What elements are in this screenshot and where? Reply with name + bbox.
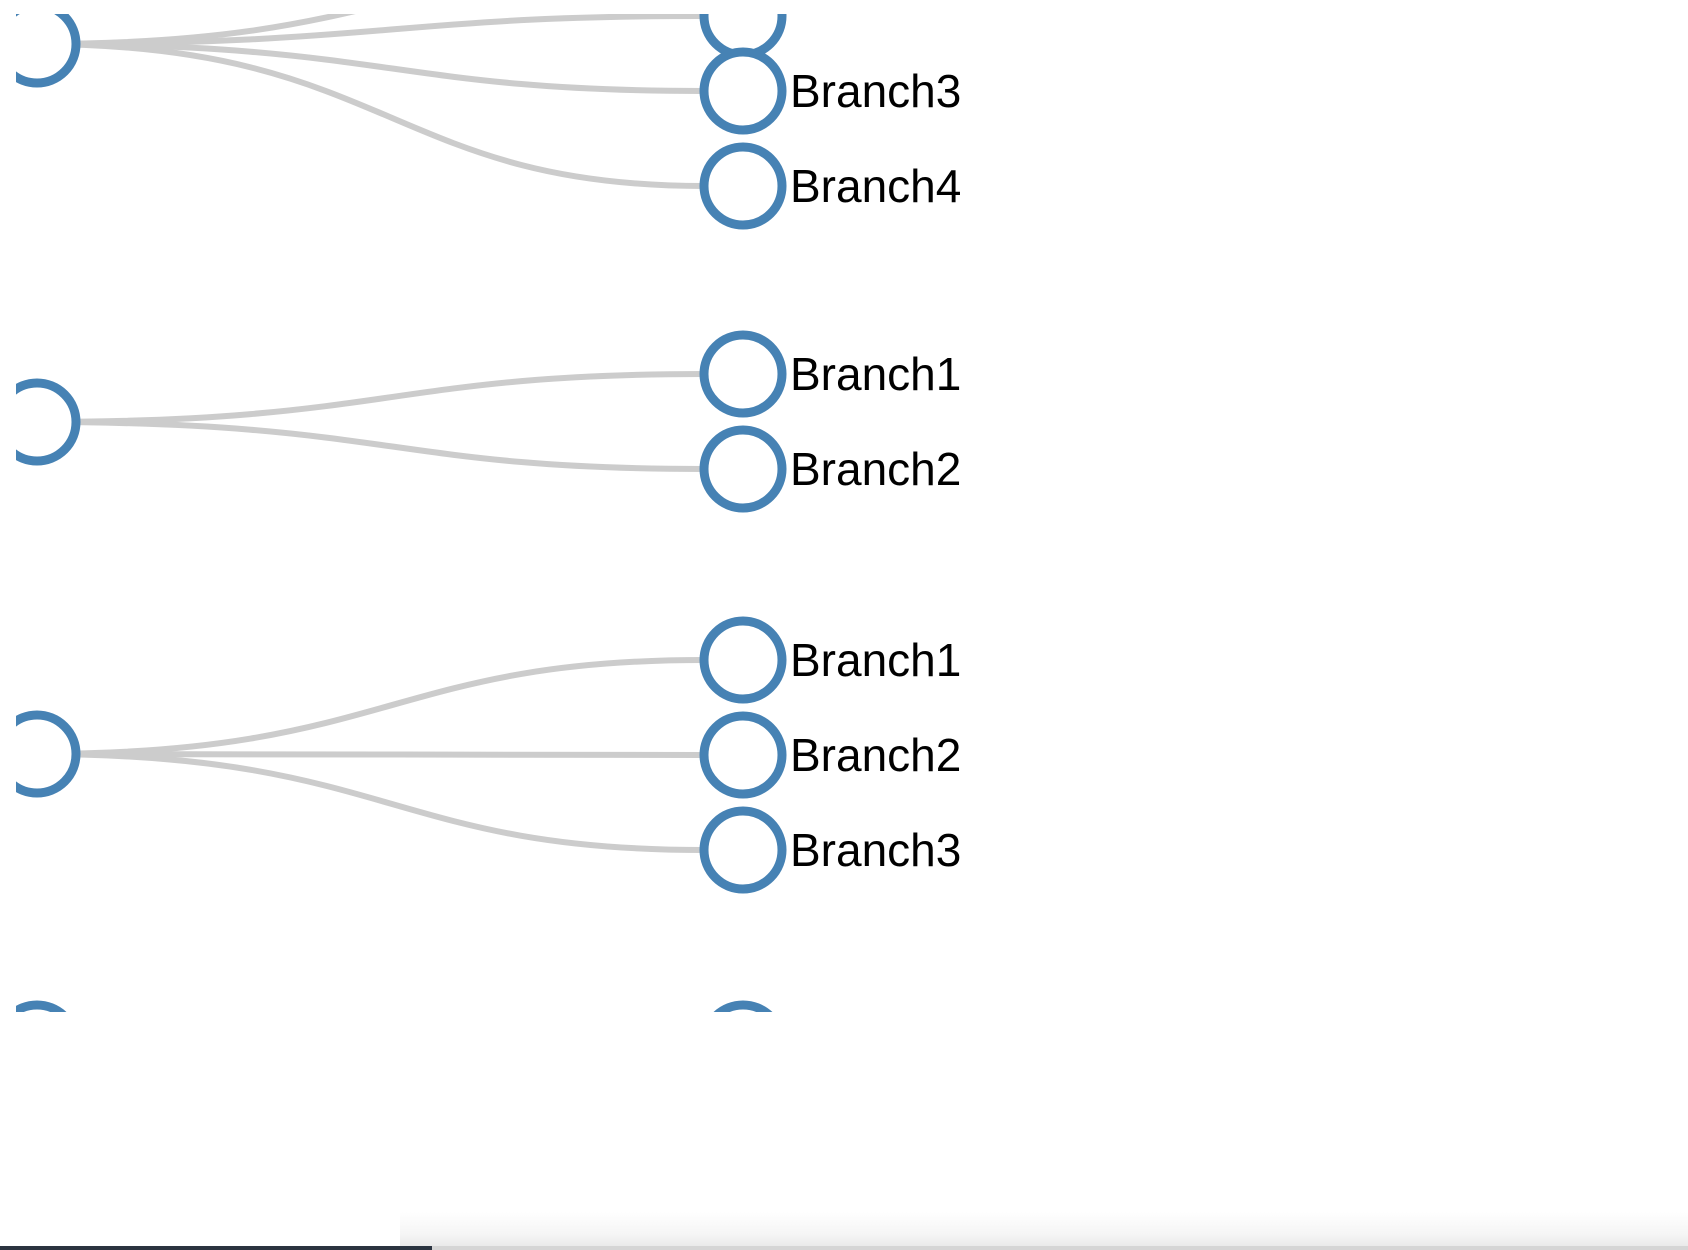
- node-label: Branch2: [790, 729, 961, 781]
- page: Branch3 Branch4 Branch1 Branch2 Branch1 Branc…: [0, 0, 1688, 1250]
- child-node-group3-2[interactable]: Branch2: [699, 711, 961, 799]
- node-circle[interactable]: [699, 330, 787, 418]
- node-circle[interactable]: [16, 1000, 76, 1012]
- node-circle[interactable]: [704, 1000, 782, 1012]
- node-circle[interactable]: [699, 425, 787, 513]
- tree-diagram: Branch3 Branch4 Branch1 Branch2 Branch1 Branc…: [16, 14, 961, 1012]
- link-group2-child2: [36, 419, 705, 472]
- node-circle[interactable]: [16, 378, 81, 466]
- node-circle[interactable]: [699, 711, 787, 799]
- parent-node-group4[interactable]: [16, 1000, 76, 1012]
- nodes-layer: Branch3 Branch4 Branch1 Branch2 Branch1 Branc…: [16, 14, 961, 1012]
- node-circle[interactable]: [16, 14, 81, 88]
- window-bottom-edge: [0, 1246, 432, 1250]
- parent-node-group3[interactable]: [16, 710, 81, 798]
- child-node-group3-3[interactable]: Branch3: [699, 806, 961, 894]
- node-label: Branch3: [790, 824, 961, 876]
- links-layer: [36, 14, 705, 853]
- child-node-group4-1[interactable]: [704, 1000, 782, 1012]
- tree-viewport[interactable]: Branch3 Branch4 Branch1 Branch2 Branch1 Branc…: [16, 14, 1688, 1012]
- link-group3-child1: [36, 657, 705, 757]
- node-circle[interactable]: [16, 710, 81, 798]
- child-node-group2-1[interactable]: Branch1: [699, 330, 961, 418]
- node-label: Branch3: [790, 65, 961, 117]
- node-circle[interactable]: [699, 142, 787, 230]
- node-circle[interactable]: [699, 47, 787, 135]
- link-group3-child3: [36, 751, 705, 853]
- node-circle[interactable]: [699, 806, 787, 894]
- node-circle[interactable]: [699, 616, 787, 704]
- child-node-group3-1[interactable]: Branch1: [699, 616, 961, 704]
- node-label: Branch2: [790, 443, 961, 495]
- window-bottom-edge-right: [432, 1246, 1688, 1250]
- scroll-shadow: [400, 1212, 1688, 1250]
- parent-node-group1[interactable]: [16, 14, 81, 88]
- child-node-group1-3[interactable]: Branch3: [699, 47, 961, 135]
- node-label: Branch4: [790, 160, 961, 212]
- parent-node-group2[interactable]: [16, 378, 81, 466]
- child-node-group1-4[interactable]: Branch4: [699, 142, 961, 230]
- link-group2-child1: [36, 371, 705, 425]
- child-node-group2-2[interactable]: Branch2: [699, 425, 961, 513]
- node-label: Branch1: [790, 634, 961, 686]
- node-label: Branch1: [790, 348, 961, 400]
